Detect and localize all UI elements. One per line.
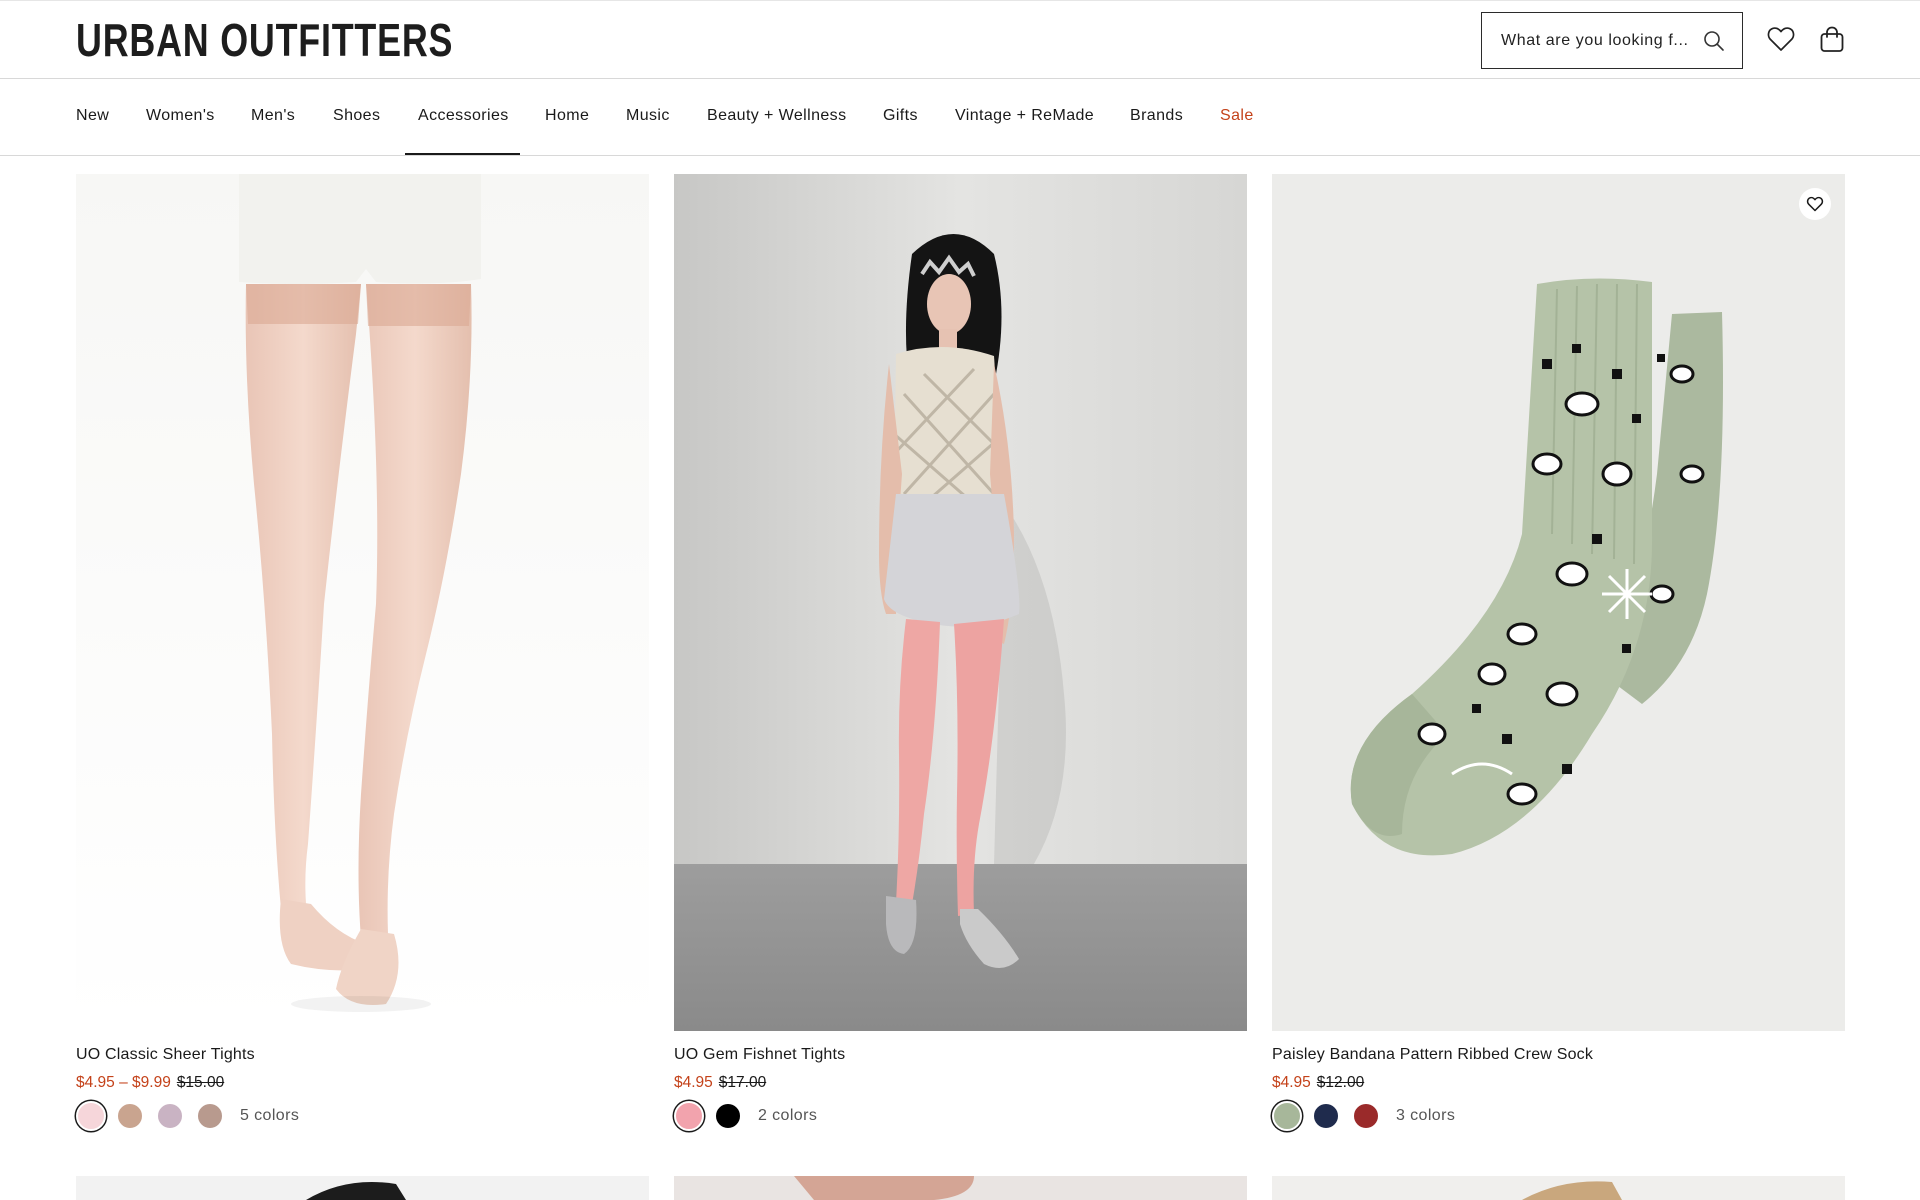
product-image-next-row[interactable]: [76, 1176, 649, 1200]
color-swatch[interactable]: [76, 1101, 106, 1131]
product-price: $4.95 $17.00: [674, 1074, 766, 1092]
product-image-fishnet-tights[interactable]: [674, 174, 1247, 1031]
product-card: UO Gem Fishnet Tights $4.95 $17.00 2 colo…: [674, 174, 1247, 1131]
search-icon[interactable]: [1702, 29, 1726, 53]
nav-item-womens[interactable]: Women's: [146, 79, 215, 156]
sale-price: $4.95 – $9.99: [76, 1074, 171, 1091]
product-card: Paisley Bandana Pattern Ribbed Crew Sock…: [1272, 174, 1845, 1131]
product-image-sheer-tights[interactable]: [76, 174, 649, 1031]
site-header: URBAN OUTFITTERS What are you looking f.…: [0, 0, 1920, 79]
color-swatch[interactable]: [156, 1102, 184, 1130]
product-image-next-row[interactable]: [674, 1176, 1247, 1200]
product-title[interactable]: UO Gem Fishnet Tights: [674, 1046, 845, 1064]
sale-price: $4.95: [674, 1074, 713, 1091]
search-box[interactable]: What are you looking f...: [1481, 12, 1743, 69]
product-image-next-row[interactable]: [1272, 1176, 1845, 1200]
nav-item-shoes[interactable]: Shoes: [333, 79, 380, 156]
main-navigation: New Women's Men's Shoes Accessories Home…: [0, 79, 1920, 156]
nav-item-brands[interactable]: Brands: [1130, 79, 1183, 156]
search-input[interactable]: What are you looking f...: [1501, 32, 1692, 50]
color-swatch[interactable]: [1272, 1101, 1302, 1131]
product-price: $4.95 – $9.99 $15.00: [76, 1074, 224, 1092]
nav-item-beauty-wellness[interactable]: Beauty + Wellness: [707, 79, 846, 156]
original-price: $15.00: [176, 1074, 225, 1091]
product-card: UO Classic Sheer Tights $4.95 – $9.99 $15…: [76, 174, 649, 1131]
color-swatch[interactable]: [674, 1101, 704, 1131]
original-price: $17.00: [718, 1074, 767, 1091]
nav-item-accessories[interactable]: Accessories: [418, 79, 509, 156]
heart-icon: [1806, 196, 1824, 212]
color-swatches: 2 colors: [674, 1101, 817, 1131]
colors-count[interactable]: 5 colors: [240, 1107, 299, 1125]
product-title[interactable]: Paisley Bandana Pattern Ribbed Crew Sock: [1272, 1046, 1593, 1064]
shopping-bag-icon[interactable]: [1817, 24, 1847, 54]
add-to-wishlist-button[interactable]: [1799, 188, 1831, 220]
product-title[interactable]: UO Classic Sheer Tights: [76, 1046, 255, 1064]
colors-count[interactable]: 3 colors: [1396, 1107, 1455, 1125]
color-swatches: 5 colors: [76, 1101, 299, 1131]
sale-price: $4.95: [1272, 1074, 1311, 1091]
nav-item-home[interactable]: Home: [545, 79, 589, 156]
nav-item-mens[interactable]: Men's: [251, 79, 295, 156]
color-swatch[interactable]: [1352, 1102, 1380, 1130]
color-swatch[interactable]: [1312, 1102, 1340, 1130]
product-image-paisley-sock[interactable]: [1272, 174, 1845, 1031]
wishlist-heart-icon[interactable]: [1766, 24, 1796, 54]
color-swatches: 3 colors: [1272, 1101, 1455, 1131]
color-swatch[interactable]: [714, 1102, 742, 1130]
colors-count[interactable]: 2 colors: [758, 1107, 817, 1125]
nav-item-sale[interactable]: Sale: [1220, 79, 1254, 156]
color-swatch[interactable]: [116, 1102, 144, 1130]
active-tab-indicator: [405, 153, 520, 155]
nav-item-music[interactable]: Music: [626, 79, 670, 156]
nav-item-vintage-remade[interactable]: Vintage + ReMade: [955, 79, 1094, 156]
nav-item-new[interactable]: New: [76, 79, 109, 156]
product-price: $4.95 $12.00: [1272, 1074, 1364, 1092]
nav-item-gifts[interactable]: Gifts: [883, 79, 918, 156]
original-price: $12.00: [1316, 1074, 1365, 1091]
color-swatch[interactable]: [196, 1102, 224, 1130]
site-logo[interactable]: URBAN OUTFITTERS: [76, 15, 453, 65]
